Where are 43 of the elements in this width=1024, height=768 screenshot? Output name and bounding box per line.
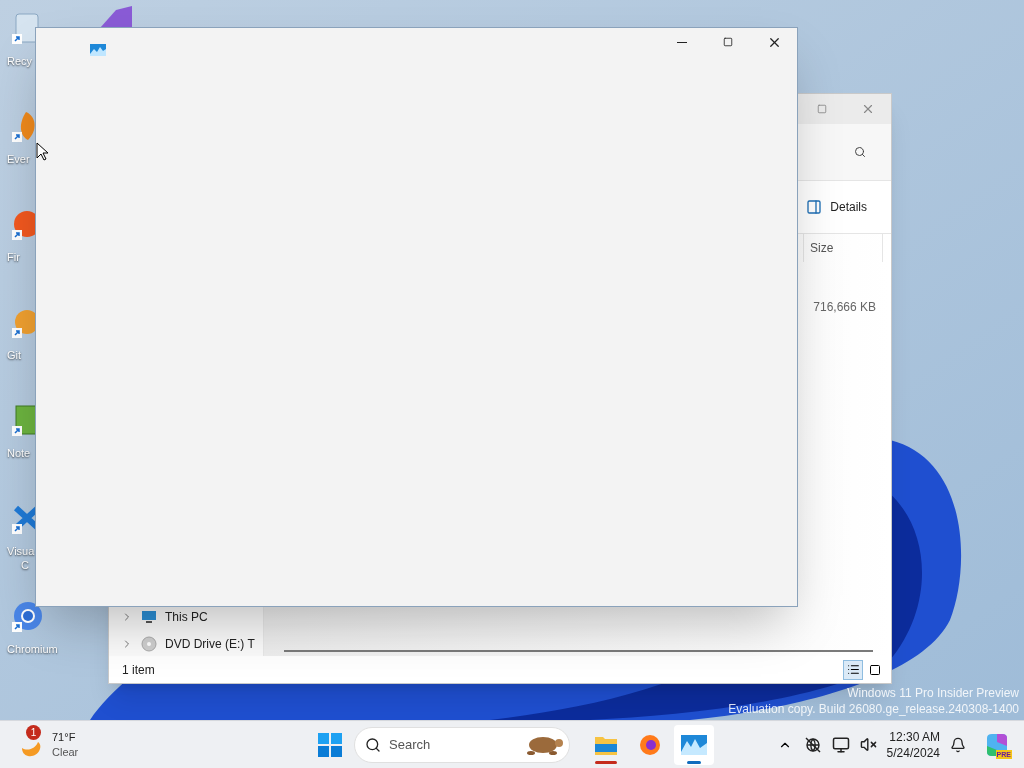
windows-logo-icon (318, 732, 342, 757)
firefox-icon (639, 733, 661, 756)
column-header[interactable]: Size (803, 234, 883, 262)
maximize-icon (817, 104, 827, 114)
desktop-icon-label[interactable]: Visua C (7, 544, 35, 572)
desktop-icon-label[interactable]: Note (7, 446, 31, 460)
panel-icon (806, 199, 823, 215)
desktop-icon-label[interactable]: Chromium (7, 642, 58, 656)
search-icon (854, 146, 866, 158)
taskbar-app-button[interactable] (674, 724, 714, 765)
globe-slash-icon[interactable] (803, 735, 822, 754)
notification-badge: 1 (26, 724, 41, 740)
search-input[interactable]: Search (389, 734, 513, 755)
volume-muted-icon[interactable] (859, 736, 877, 753)
navigation-item[interactable]: DVD Drive (E:) T (109, 633, 263, 655)
watermark-text: Windows 11 Pro Insider Preview (847, 685, 1019, 701)
computer-icon (141, 610, 157, 624)
square-icon (869, 663, 881, 676)
navigation-item[interactable]: This PC (109, 606, 263, 628)
temperature-text: 71°F (52, 729, 77, 745)
file-size: 716,666 KB (813, 299, 876, 316)
copilot-icon[interactable] (984, 731, 1010, 758)
close-icon (861, 102, 875, 116)
list-icon (846, 663, 860, 676)
details-view-button[interactable] (843, 659, 863, 680)
app-icon (90, 44, 106, 56)
desktop-icon-label[interactable]: Recy (7, 54, 33, 68)
maximize-icon (723, 37, 733, 47)
weather-condition: Clear (52, 744, 79, 760)
clock[interactable]: 12:30 AM 5/24/2024 (886, 728, 940, 761)
notifications-icon[interactable] (950, 736, 966, 753)
desktop-icon-label[interactable]: Git (7, 348, 22, 362)
details-pane-button[interactable]: Details (806, 198, 867, 216)
status-text: 1 item (122, 661, 155, 679)
display-icon[interactable] (831, 735, 850, 754)
monitor-app-icon (681, 734, 707, 755)
disc-icon (141, 636, 157, 652)
search-box[interactable]: Search (354, 726, 570, 763)
minimize-icon (677, 41, 687, 43)
desktop-icon-label[interactable]: Fir (7, 250, 20, 264)
scrollbar-thumb[interactable] (284, 650, 873, 652)
desktop-icon-label[interactable]: Ever (7, 152, 30, 166)
search-icon (365, 736, 381, 753)
